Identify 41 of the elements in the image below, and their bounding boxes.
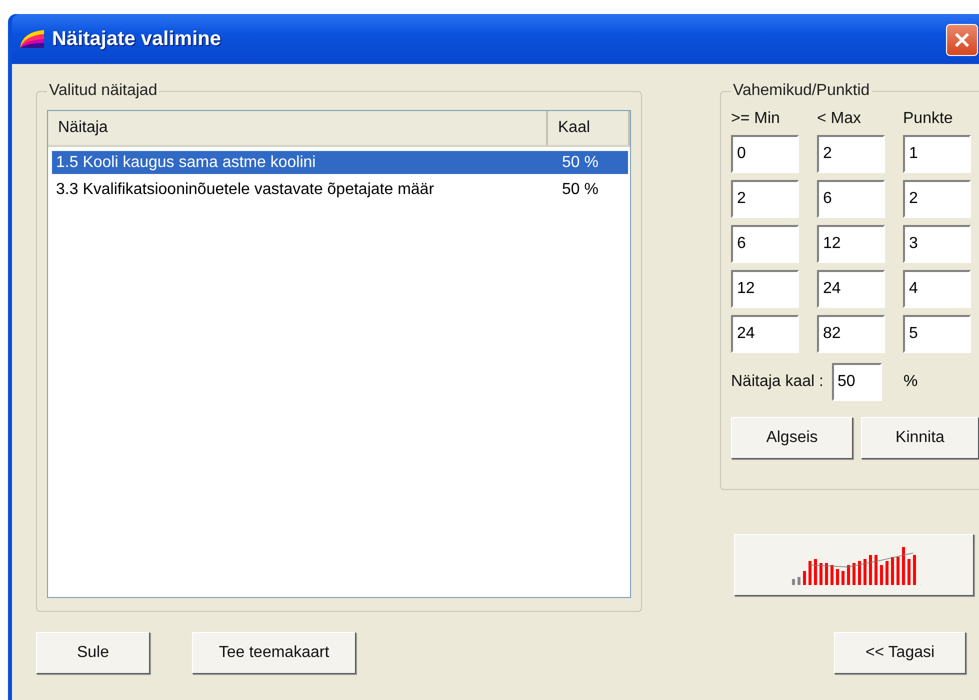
weight-label: Näitaja kaal : — [731, 373, 824, 391]
range-field[interactable]: 5 — [903, 315, 971, 353]
app-icon — [18, 28, 46, 50]
window-title: Näitajate valimine — [52, 28, 221, 50]
group-title: Vahemikud/Punktid — [732, 82, 871, 100]
range-field[interactable]: 2 — [731, 180, 799, 218]
close-icon — [953, 31, 971, 49]
confirm-button[interactable]: Kinnita — [861, 417, 979, 459]
range-field[interactable]: 1 — [903, 135, 971, 173]
column-label: < Max — [817, 110, 862, 128]
range-field[interactable]: 6 — [731, 225, 799, 263]
back-button[interactable]: << Tagasi — [834, 632, 966, 674]
range-field[interactable]: 4 — [903, 270, 971, 308]
range-field[interactable]: 12 — [817, 225, 885, 263]
range-field[interactable]: 24 — [731, 315, 799, 353]
indicator-weight: 50 % — [561, 180, 598, 198]
close-button[interactable] — [946, 24, 978, 56]
percent-label: % — [904, 373, 918, 391]
reset-button[interactable]: Algseis — [731, 417, 853, 459]
weight-field[interactable]: 50 — [832, 363, 882, 401]
theme-map-button[interactable]: Tee teemakaart — [192, 632, 356, 674]
range-field[interactable]: 6 — [817, 180, 885, 218]
indicator-name: 1.5 Kooli kaugus sama astme koolini — [55, 154, 317, 172]
close-dialog-button[interactable]: Sule — [36, 632, 150, 674]
range-field[interactable]: 0 — [731, 135, 799, 173]
range-field[interactable]: 3 — [903, 225, 971, 263]
range-field[interactable]: 24 — [817, 270, 885, 308]
list-row[interactable]: 3.3 Kvalifikatsiooninõuetele vastavate õpetajate määr 50 % — [52, 178, 628, 201]
list-row[interactable]: 1.5 Kooli kaugus sama astme koolini 50 % — [52, 151, 628, 174]
range-field[interactable]: 82 — [817, 315, 885, 353]
chart-button[interactable] — [734, 534, 974, 596]
group-title: Valitud näitajad — [48, 82, 158, 100]
column-label: >= Min — [731, 110, 781, 128]
indicator-weight: 50 % — [561, 154, 598, 172]
range-field[interactable]: 12 — [731, 270, 799, 308]
column-label: Punkte — [903, 110, 954, 128]
column-header[interactable]: Näitaja — [48, 111, 548, 145]
indicator-name: 3.3 Kvalifikatsiooninõuetele vastavate õpetajate määr — [55, 180, 436, 198]
column-header[interactable]: Kaal — [548, 111, 630, 145]
range-field[interactable]: 2 — [817, 135, 885, 173]
range-field[interactable]: 2 — [903, 180, 971, 218]
